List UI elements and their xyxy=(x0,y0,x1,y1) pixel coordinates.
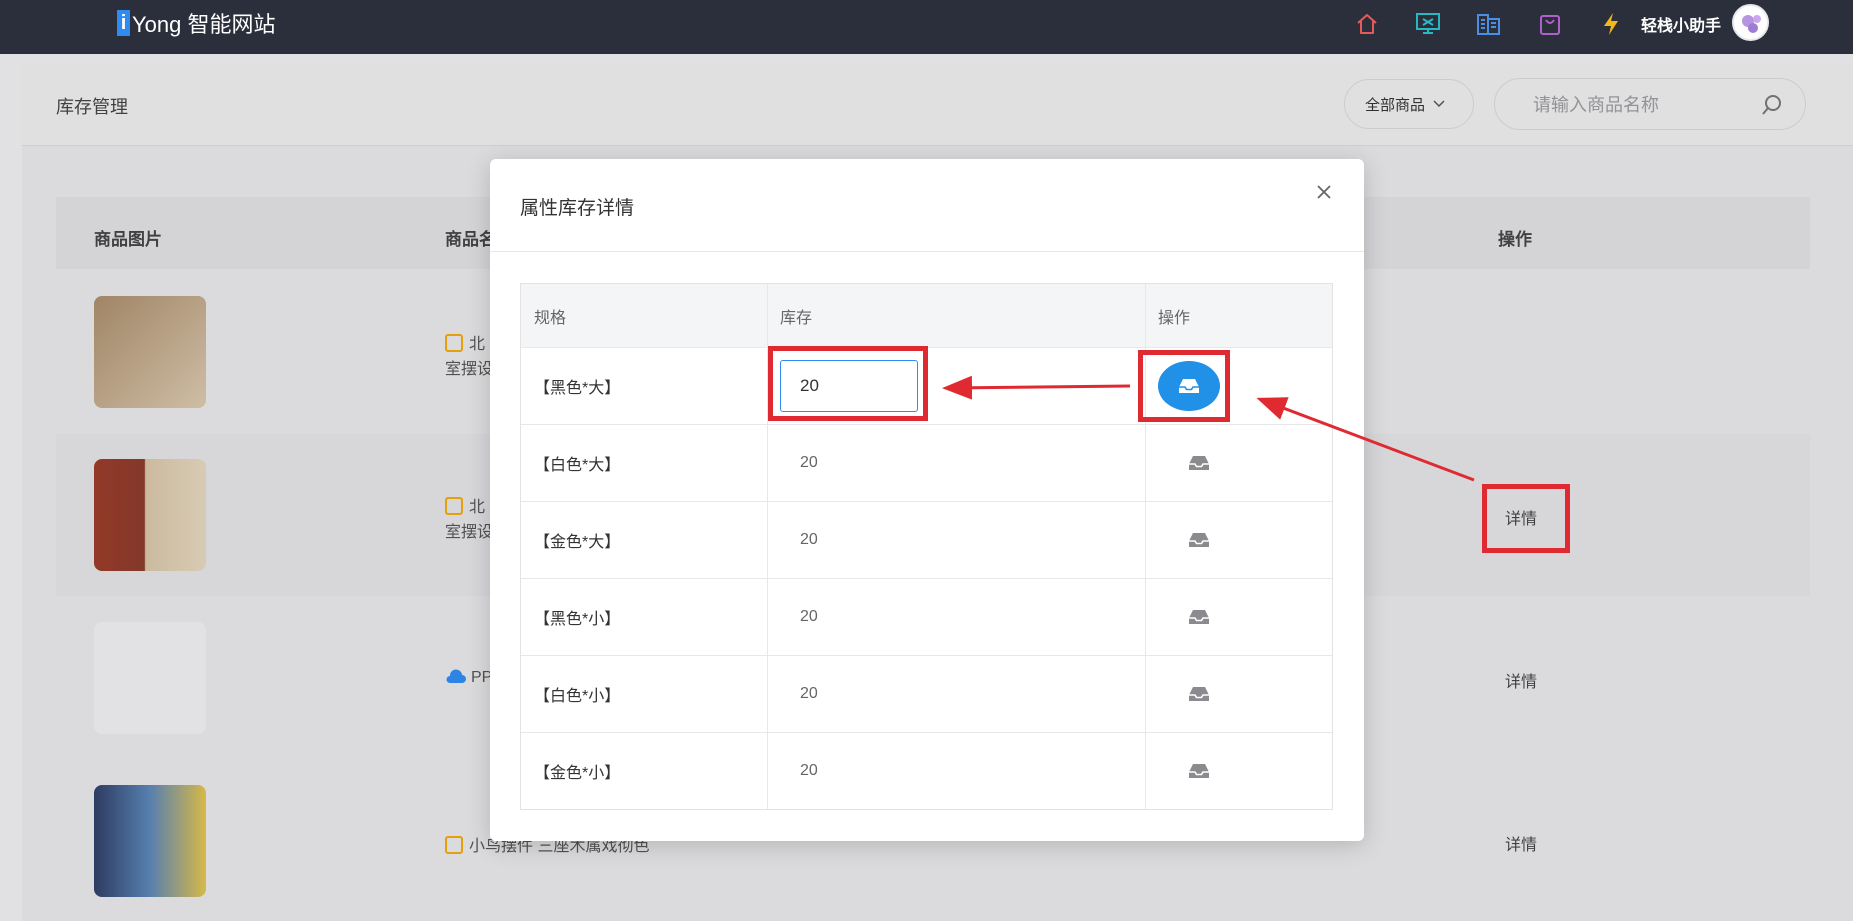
home-icon[interactable] xyxy=(1350,9,1384,39)
annotation-box-save-button xyxy=(1138,350,1230,422)
stock-table-header: 规格 库存 操作 xyxy=(521,284,1332,347)
spec-cell: 【黑色*大】 xyxy=(521,348,768,424)
logo-badge: i xyxy=(117,10,130,36)
modal-title: 属性库存详情 xyxy=(520,198,635,219)
lightning-icon[interactable] xyxy=(1594,9,1628,39)
save-stock-button[interactable] xyxy=(1188,684,1210,704)
table-row: 【金色*大】 20 xyxy=(521,501,1332,578)
top-icon-group xyxy=(1350,9,1628,39)
stock-cell: 20 xyxy=(768,733,1146,809)
stock-value[interactable]: 20 xyxy=(780,608,818,626)
spec-cell: 【金色*小】 xyxy=(521,733,768,809)
header-stock: 库存 xyxy=(768,284,1146,347)
stock-cell: 20 xyxy=(768,579,1146,655)
monitor-icon[interactable] xyxy=(1411,9,1445,39)
action-cell xyxy=(1146,579,1332,655)
logo-text: Yong 智能网站 xyxy=(132,12,276,37)
action-cell xyxy=(1146,425,1332,501)
user-avatar[interactable] xyxy=(1732,4,1769,41)
table-row: 【黑色*小】 20 xyxy=(521,578,1332,655)
header-spec: 规格 xyxy=(521,284,768,347)
save-stock-button[interactable] xyxy=(1188,607,1210,627)
action-cell xyxy=(1146,502,1332,578)
inbox-icon xyxy=(1189,533,1209,547)
stock-value[interactable]: 20 xyxy=(780,685,818,703)
stock-cell: 20 xyxy=(768,656,1146,732)
table-row: 【金色*小】 20 xyxy=(521,732,1332,809)
spec-cell: 【白色*大】 xyxy=(521,425,768,501)
annotation-box-stock-input xyxy=(768,346,928,421)
stock-value[interactable]: 20 xyxy=(780,762,818,780)
table-row: 【白色*小】 20 xyxy=(521,655,1332,732)
spec-cell: 【金色*大】 xyxy=(521,502,768,578)
inbox-icon xyxy=(1189,610,1209,624)
close-icon[interactable] xyxy=(1313,181,1335,203)
building-icon[interactable] xyxy=(1472,9,1506,39)
shopping-bag-icon[interactable] xyxy=(1533,9,1567,39)
assistant-label[interactable]: 轻栈小助手 xyxy=(1641,12,1721,36)
spec-cell: 【黑色*小】 xyxy=(521,579,768,655)
action-cell xyxy=(1146,733,1332,809)
stock-value[interactable]: 20 xyxy=(780,531,818,549)
top-navigation-bar: i Yong 智能网站 轻栈小助手 xyxy=(0,0,1853,54)
stock-detail-modal: 属性库存详情 规格 库存 操作 【黑色*大】 【白色*大】 20 xyxy=(490,159,1364,841)
modal-divider xyxy=(490,251,1364,252)
header-action: 操作 xyxy=(1158,309,1191,327)
table-row: 【白色*大】 20 xyxy=(521,424,1332,501)
spec-cell: 【白色*小】 xyxy=(521,656,768,732)
save-stock-button[interactable] xyxy=(1188,453,1210,473)
inbox-icon xyxy=(1189,687,1209,701)
stock-cell: 20 xyxy=(768,502,1146,578)
site-logo[interactable]: i Yong 智能网站 xyxy=(117,10,276,37)
inbox-icon xyxy=(1189,764,1209,778)
annotation-box-detail-link xyxy=(1482,484,1570,553)
save-stock-button[interactable] xyxy=(1188,761,1210,781)
stock-cell: 20 xyxy=(768,425,1146,501)
inbox-icon xyxy=(1189,456,1209,470)
stock-value[interactable]: 20 xyxy=(780,454,818,472)
action-cell xyxy=(1146,656,1332,732)
save-stock-button[interactable] xyxy=(1188,530,1210,550)
